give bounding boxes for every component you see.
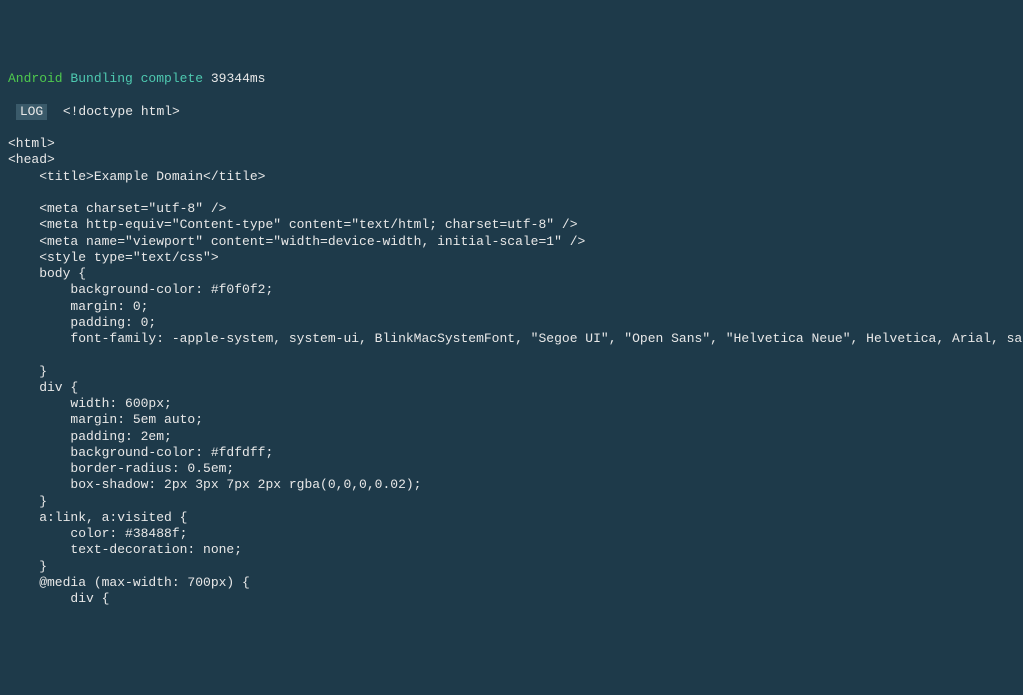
code-line: @media (max-width: 700px) {	[8, 575, 1015, 591]
doctype-text: <!doctype html>	[63, 104, 180, 119]
code-line: body {	[8, 266, 1015, 282]
platform-label: Android	[8, 71, 63, 86]
code-line: div {	[8, 380, 1015, 396]
code-line: <meta http-equiv="Content-type" content=…	[8, 217, 1015, 233]
code-line: <meta charset="utf-8" />	[8, 201, 1015, 217]
code-line: border-radius: 0.5em;	[8, 461, 1015, 477]
code-output: <html><head> <title>Example Domain</titl…	[8, 136, 1015, 607]
code-line: div {	[8, 591, 1015, 607]
code-line: padding: 2em;	[8, 429, 1015, 445]
code-line: font-family: -apple-system, system-ui, B…	[8, 331, 1015, 347]
code-line	[8, 185, 1015, 201]
code-line: margin: 5em auto;	[8, 412, 1015, 428]
code-line: <title>Example Domain</title>	[8, 169, 1015, 185]
code-line: }	[8, 494, 1015, 510]
code-line: margin: 0;	[8, 299, 1015, 315]
code-line: box-shadow: 2px 3px 7px 2px rgba(0,0,0,0…	[8, 477, 1015, 493]
code-line: padding: 0;	[8, 315, 1015, 331]
code-line: }	[8, 559, 1015, 575]
code-line: <head>	[8, 152, 1015, 168]
code-line: width: 600px;	[8, 396, 1015, 412]
code-line: <style type="text/css">	[8, 250, 1015, 266]
code-line: background-color: #fdfdff;	[8, 445, 1015, 461]
code-line: text-decoration: none;	[8, 542, 1015, 558]
bundling-status: Bundling complete	[70, 71, 203, 86]
log-badge: LOG	[16, 104, 47, 120]
code-line: <meta name="viewport" content="width=dev…	[8, 234, 1015, 250]
code-line	[8, 347, 1015, 363]
code-line: color: #38488f;	[8, 526, 1015, 542]
code-line: background-color: #f0f0f2;	[8, 282, 1015, 298]
bundling-time: 39344ms	[211, 71, 266, 86]
log-line-doctype: LOG <!doctype html>	[8, 104, 1015, 120]
code-line: <html>	[8, 136, 1015, 152]
code-line: a:link, a:visited {	[8, 510, 1015, 526]
code-line: }	[8, 364, 1015, 380]
bundling-status-line: Android Bundling complete 39344ms	[8, 71, 1015, 87]
